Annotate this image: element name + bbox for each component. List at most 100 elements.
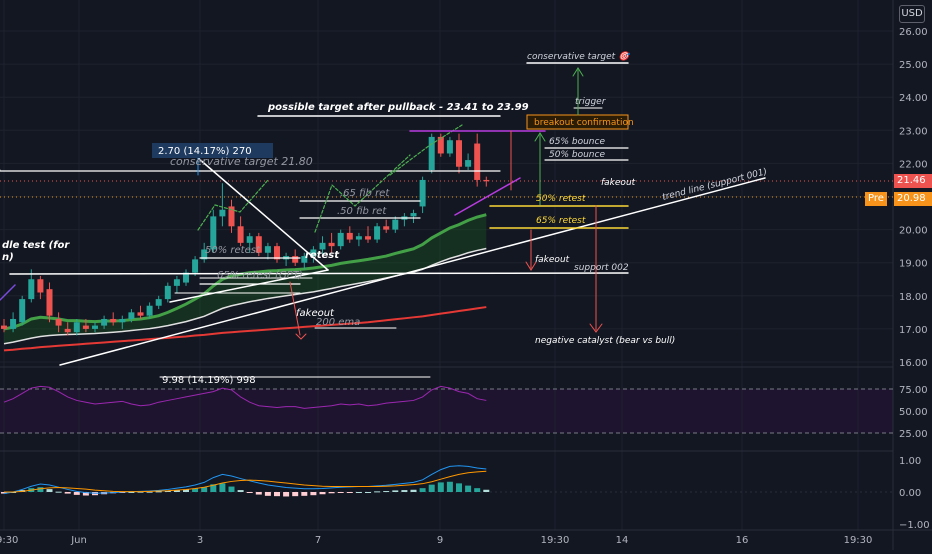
candle-body [137, 312, 144, 316]
candle-body [264, 246, 271, 253]
candle-body [64, 328, 71, 333]
macd-histogram-bar [255, 492, 262, 495]
macd-histogram-bar [328, 492, 335, 494]
possible-target-label: possible target after pullback - 23.41 t… [267, 102, 529, 113]
candle-body [456, 140, 462, 167]
macd-histogram-bar [383, 491, 390, 493]
macd-histogram-bar [337, 492, 344, 493]
macd-histogram-bar [319, 492, 326, 495]
retest-word-label: retest [305, 250, 340, 261]
macd-histogram-bar [346, 492, 353, 493]
candle-test-label-1: dle test (for [2, 240, 70, 251]
price-tick-label: 23.00 [899, 126, 928, 137]
macd-tick-label: 0.00 [899, 488, 921, 499]
macd-histogram-bar [483, 489, 490, 492]
chart-svg[interactable]: possible target after pullback - 23.41 t… [0, 0, 932, 550]
time-tick-label: 7 [315, 535, 321, 546]
support-002-label: support 002 [574, 263, 629, 273]
candle-body [173, 279, 180, 286]
macd-histogram-bar [465, 485, 472, 492]
candle-body [82, 325, 89, 329]
candle-body [246, 236, 253, 243]
negative-catalyst-label: negative catalyst (bear vs bull) [535, 336, 675, 346]
breakout-confirmation-label: breakout confirmation [534, 118, 634, 128]
candle-body [319, 242, 326, 250]
price-tick-label: 16.00 [899, 358, 928, 369]
ema-200-label: 200 ema [316, 317, 360, 328]
macd-histogram-bar [237, 490, 244, 492]
macd-histogram-bar [64, 492, 71, 494]
candle-body [346, 232, 353, 240]
time-tick-label: 19:30 [844, 535, 873, 546]
bounce-50-label: 50% bounce [549, 150, 605, 160]
candle-body [37, 279, 44, 293]
candle-body [465, 160, 472, 167]
chart-canvas[interactable]: possible target after pullback - 23.41 t… [0, 0, 932, 550]
retest-65-left-label: 65% retest (GPT) [217, 270, 303, 281]
rsi-measure-label: 9.98 (14.19%) 998 [162, 375, 256, 386]
macd-histogram-bar [55, 491, 62, 493]
time-tick-label: 9 [437, 535, 443, 546]
support-002-line[interactable] [9, 272, 629, 275]
rsi-axis[interactable]: 75.00 50.00 25.00 [899, 385, 928, 440]
conservative-target-left-label: conservative target 21.80 [170, 155, 313, 168]
macd-histogram-bar [474, 488, 481, 492]
price-tick-label: 17.00 [899, 325, 928, 336]
candle-body [110, 318, 117, 323]
candle-body [128, 312, 135, 319]
last-price-tag: 21.46 [894, 174, 932, 188]
candle-body [10, 318, 17, 329]
candle-body [446, 140, 453, 154]
candle-body [101, 318, 108, 326]
price-tick-label: 22.00 [899, 159, 928, 170]
candle-body [219, 209, 226, 217]
price-tick-label: 24.00 [899, 93, 928, 104]
fakeout-right-label: fakeout [601, 178, 636, 188]
macd-histogram-bar [264, 492, 271, 496]
retest-50-right-label: 50% retest [536, 194, 586, 204]
candle-body [164, 285, 171, 300]
time-tick-label: Jun [70, 535, 87, 546]
macd-histogram-bar [301, 492, 308, 496]
time-tick-label: 3 [197, 535, 203, 546]
candle-body [119, 318, 126, 323]
candle-body [19, 299, 26, 323]
macd-tick-label: −1.00 [899, 520, 930, 531]
macd-histogram-bar [310, 492, 317, 496]
candle-body [155, 299, 162, 306]
retest-50-left-label: 50% retest [205, 245, 261, 256]
candle-body [146, 305, 153, 316]
macd-histogram-bar [46, 489, 53, 492]
macd-histogram-bar [219, 483, 226, 492]
macd-histogram-bar [401, 490, 408, 492]
price-tick-label: 20.00 [899, 226, 928, 237]
macd-histogram-bar [246, 492, 253, 493]
candle-body [474, 143, 481, 180]
candle-body [328, 242, 335, 247]
candle-body [383, 226, 390, 230]
macd-histogram-bar [283, 492, 290, 497]
candle-body [55, 318, 62, 326]
candle-body [237, 226, 244, 243]
pre-market-badge: Pre [865, 192, 887, 206]
time-tick-label: 19:30 [541, 535, 570, 546]
candle-body [365, 236, 371, 240]
candle-body [73, 322, 80, 333]
macd-histogram-bar [419, 488, 426, 492]
fakeout-mid-label: fakeout [535, 255, 570, 265]
macd-tick-label: 1.00 [899, 456, 921, 467]
candle-body [192, 259, 199, 273]
macd-histogram-bar [228, 486, 235, 492]
candle-body [410, 213, 417, 217]
fib-65-label: .65 fib ret [340, 188, 390, 199]
currency-badge[interactable]: USD [899, 5, 925, 23]
price-tick-label: 25.00 [899, 60, 928, 71]
candle-body [46, 289, 53, 316]
macd-histogram-bar [456, 483, 462, 492]
candle-body [428, 136, 435, 171]
pre-price-tag: 20.98 [894, 192, 932, 206]
fib-50-label: .50 fib ret [337, 206, 387, 217]
macd-histogram-bar [410, 489, 417, 492]
time-tick-label: 16 [736, 535, 749, 546]
conservative-target-top-label: conservative target 🎯 [527, 51, 631, 62]
